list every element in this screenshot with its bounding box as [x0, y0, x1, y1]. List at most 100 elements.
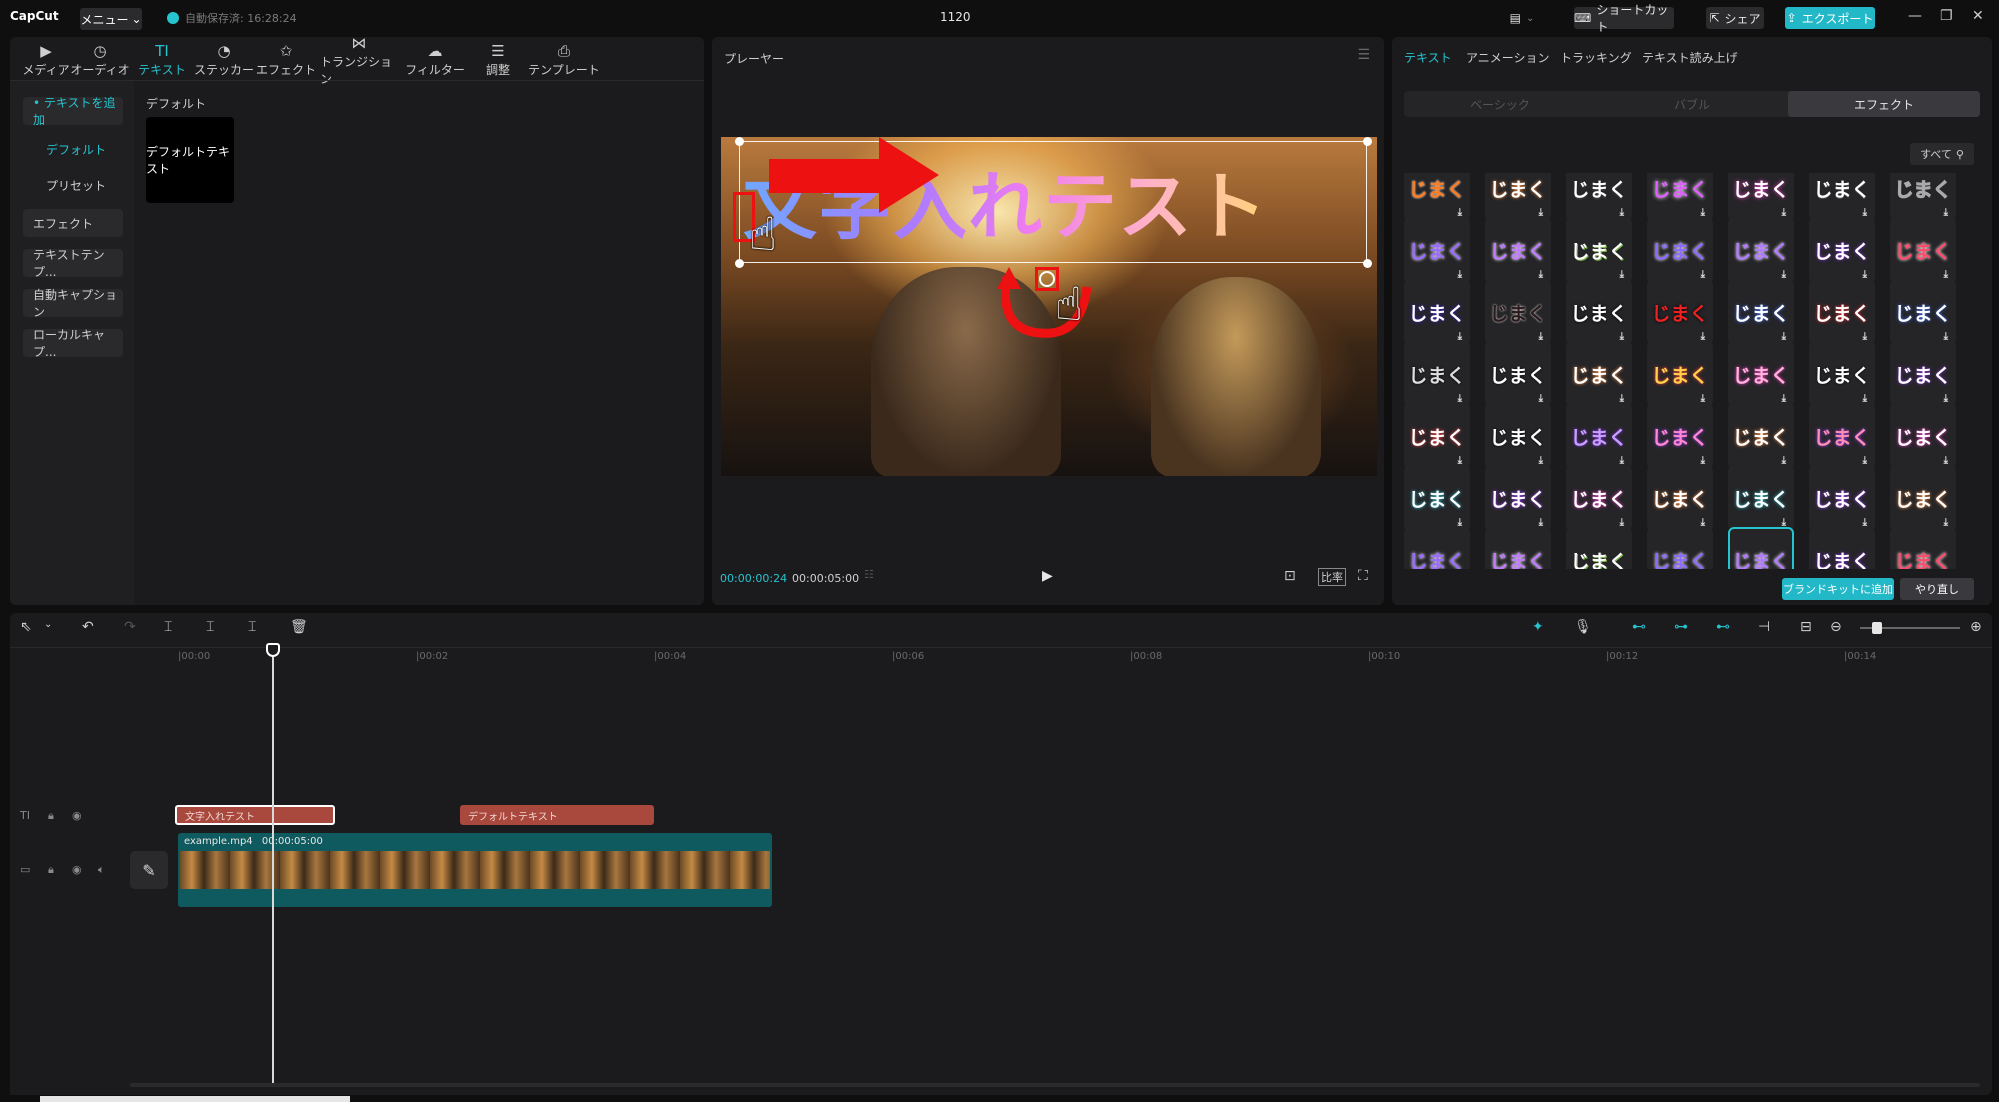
zoom-slider-thumb[interactable]	[1872, 622, 1882, 634]
effect-preset[interactable]: じまく⤓	[1485, 341, 1551, 407]
tab-filter[interactable]: ☁ フィルター	[400, 41, 470, 81]
zoom-in-icon[interactable]: ⊕	[1970, 619, 1982, 635]
menu-button[interactable]: メニュー ⌄	[80, 8, 142, 30]
resize-handle[interactable]	[1363, 259, 1372, 268]
rotate-handle-icon[interactable]	[1039, 271, 1055, 287]
effect-preset[interactable]: じまく⤓	[1485, 279, 1551, 345]
cover-edit-button[interactable]: ✎	[130, 851, 168, 889]
split-right-icon[interactable]: ⌶	[248, 619, 256, 635]
export-button[interactable]: ⇪ エクスポート	[1785, 7, 1875, 29]
effect-preset[interactable]: じまく⤓	[1404, 403, 1470, 469]
effect-preset[interactable]: じまく⤓	[1890, 341, 1956, 407]
resize-handle[interactable]	[735, 137, 744, 146]
effect-preset[interactable]: じまく⤓	[1890, 279, 1956, 345]
video-preview[interactable]: 文字入れテスト ☝ ☝	[721, 137, 1377, 476]
split-screen-icon[interactable]: ⊣	[1758, 619, 1770, 635]
tab-text-props[interactable]: テキスト	[1404, 49, 1452, 66]
zoom-out-icon[interactable]: ⊖	[1830, 619, 1842, 635]
sidebar-item-auto-caption[interactable]: 自動キャプション	[23, 288, 123, 319]
segment-basic[interactable]: ベーシック	[1404, 91, 1596, 117]
effect-preset[interactable]: じまく⤓	[1404, 465, 1470, 531]
split-left-icon[interactable]: ⌶	[206, 619, 214, 635]
effect-preset[interactable]: じまく⤓	[1890, 527, 1956, 569]
tab-template[interactable]: ⎙ テンプレート	[524, 41, 604, 81]
tab-tracking[interactable]: トラッキング	[1560, 49, 1632, 66]
resize-handle[interactable]	[735, 259, 744, 268]
ai-tool-icon[interactable]: ✦	[1532, 619, 1544, 635]
effect-preset[interactable]: じまく⤓	[1404, 341, 1470, 407]
resize-handle[interactable]	[1363, 137, 1372, 146]
playhead-handle[interactable]	[266, 643, 280, 657]
shortcut-button[interactable]: ⌨ ショートカット	[1574, 3, 1674, 34]
playhead[interactable]	[272, 645, 274, 1085]
effect-preset[interactable]: じまく⤓	[1485, 527, 1551, 569]
eye-icon[interactable]: ◉	[72, 809, 82, 822]
speaker-icon[interactable]: 🔈︎	[98, 863, 105, 877]
effect-preset[interactable]: じまく⤓	[1647, 341, 1713, 407]
effect-preset[interactable]: じまく⤓	[1404, 527, 1470, 569]
lock-icon[interactable]: 🔒︎	[48, 863, 54, 877]
tab-adjust[interactable]: ☰ 調整	[468, 41, 528, 81]
tab-text-to-speech[interactable]: テキスト読み上げ	[1642, 49, 1738, 66]
segment-effect[interactable]: エフェクト	[1788, 91, 1980, 117]
effect-preset[interactable]: じまく⤓	[1809, 217, 1875, 283]
effect-preset[interactable]: じまく⤓	[1566, 173, 1632, 221]
effect-preset[interactable]: じまく⤓	[1404, 217, 1470, 283]
preview-axis-icon[interactable]: ⊷	[1716, 619, 1730, 635]
redo-icon[interactable]: ↷	[124, 619, 136, 635]
chevron-down-icon[interactable]: ⌄	[44, 619, 52, 630]
video-clip[interactable]: example.mp4 00:00:05:00	[178, 833, 772, 907]
effect-preset[interactable]: じまく⤓	[1566, 217, 1632, 283]
effect-preset[interactable]: じまく⤓	[1809, 465, 1875, 531]
effect-preset[interactable]: じまく⤓	[1728, 403, 1794, 469]
effect-preset[interactable]: じまく⤓	[1566, 341, 1632, 407]
add-to-brand-kit-button[interactable]: ブランドキットに追加	[1782, 578, 1894, 600]
effect-preset[interactable]: じまく⤓	[1890, 217, 1956, 283]
effect-preset[interactable]: じまく⤓	[1809, 527, 1875, 569]
ratio-button[interactable]: 比率	[1318, 568, 1346, 586]
lock-icon[interactable]: 🔒︎	[48, 809, 54, 823]
effect-preset[interactable]: じまく⤓	[1647, 403, 1713, 469]
effect-preset[interactable]: じまく⤓	[1647, 217, 1713, 283]
split-icon[interactable]: ⌶	[164, 619, 172, 635]
hamburger-icon[interactable]: ☰	[1357, 47, 1370, 63]
play-icon[interactable]: ▶	[1042, 568, 1053, 584]
effect-preset[interactable]: じまく⤓	[1728, 527, 1794, 569]
effect-preset[interactable]: じまく⤓	[1647, 465, 1713, 531]
reset-button[interactable]: やり直し	[1900, 578, 1974, 600]
sidebar-item-default[interactable]: デフォルト	[36, 135, 136, 163]
effect-preset[interactable]: じまく⤓	[1890, 403, 1956, 469]
delete-icon[interactable]: 🗑	[290, 619, 308, 635]
restore-icon[interactable]: ❐	[1940, 8, 1953, 24]
effect-preset[interactable]: じまく⤓	[1809, 173, 1875, 221]
tab-animation[interactable]: アニメーション	[1466, 49, 1550, 66]
effect-preset[interactable]: じまく⤓	[1890, 465, 1956, 531]
share-button[interactable]: ⇱ シェア	[1706, 7, 1764, 29]
fullscreen-icon[interactable]: ⛶	[1358, 568, 1368, 584]
effect-preset[interactable]: じまく⤓	[1566, 465, 1632, 531]
tab-audio[interactable]: ◷ オーディオ	[70, 41, 130, 81]
sidebar-item-text-template[interactable]: テキストテンプ...	[23, 248, 123, 279]
tab-transition[interactable]: ⋈ トランジション	[320, 35, 398, 86]
eye-icon[interactable]: ◉	[72, 863, 82, 876]
effect-preset[interactable]: じまく⤓	[1728, 279, 1794, 345]
effect-preset[interactable]: じまく⤓	[1647, 279, 1713, 345]
effect-preset[interactable]: じまく⤓	[1566, 403, 1632, 469]
sidebar-item-effect[interactable]: エフェクト	[23, 209, 123, 237]
effect-preset[interactable]: じまく⤓	[1728, 173, 1794, 221]
filter-all-button[interactable]: すべて ⚲	[1910, 143, 1974, 165]
tab-effect[interactable]: ✩ エフェクト	[256, 41, 316, 81]
timecode-format-icon[interactable]: ☷	[864, 568, 874, 581]
effect-preset[interactable]: じまく⤓	[1728, 465, 1794, 531]
effect-preset[interactable]: じまく⤓	[1809, 403, 1875, 469]
fit-screen-icon[interactable]: ⊡	[1284, 568, 1296, 584]
tab-media[interactable]: ▶ メディア	[16, 41, 76, 81]
tab-sticker[interactable]: ◔ ステッカー	[194, 41, 254, 81]
effect-preset[interactable]: じまく⤓	[1404, 173, 1470, 221]
effect-preset[interactable]: じまく⤓	[1890, 173, 1956, 221]
microphone-icon[interactable]: 🎙	[1574, 619, 1592, 635]
effect-preset[interactable]: じまく⤓	[1647, 173, 1713, 221]
effect-preset[interactable]: じまく⤓	[1566, 279, 1632, 345]
default-text-item[interactable]: デフォルトテキスト	[146, 117, 234, 203]
magnet-icon[interactable]: ⊷	[1632, 619, 1646, 635]
